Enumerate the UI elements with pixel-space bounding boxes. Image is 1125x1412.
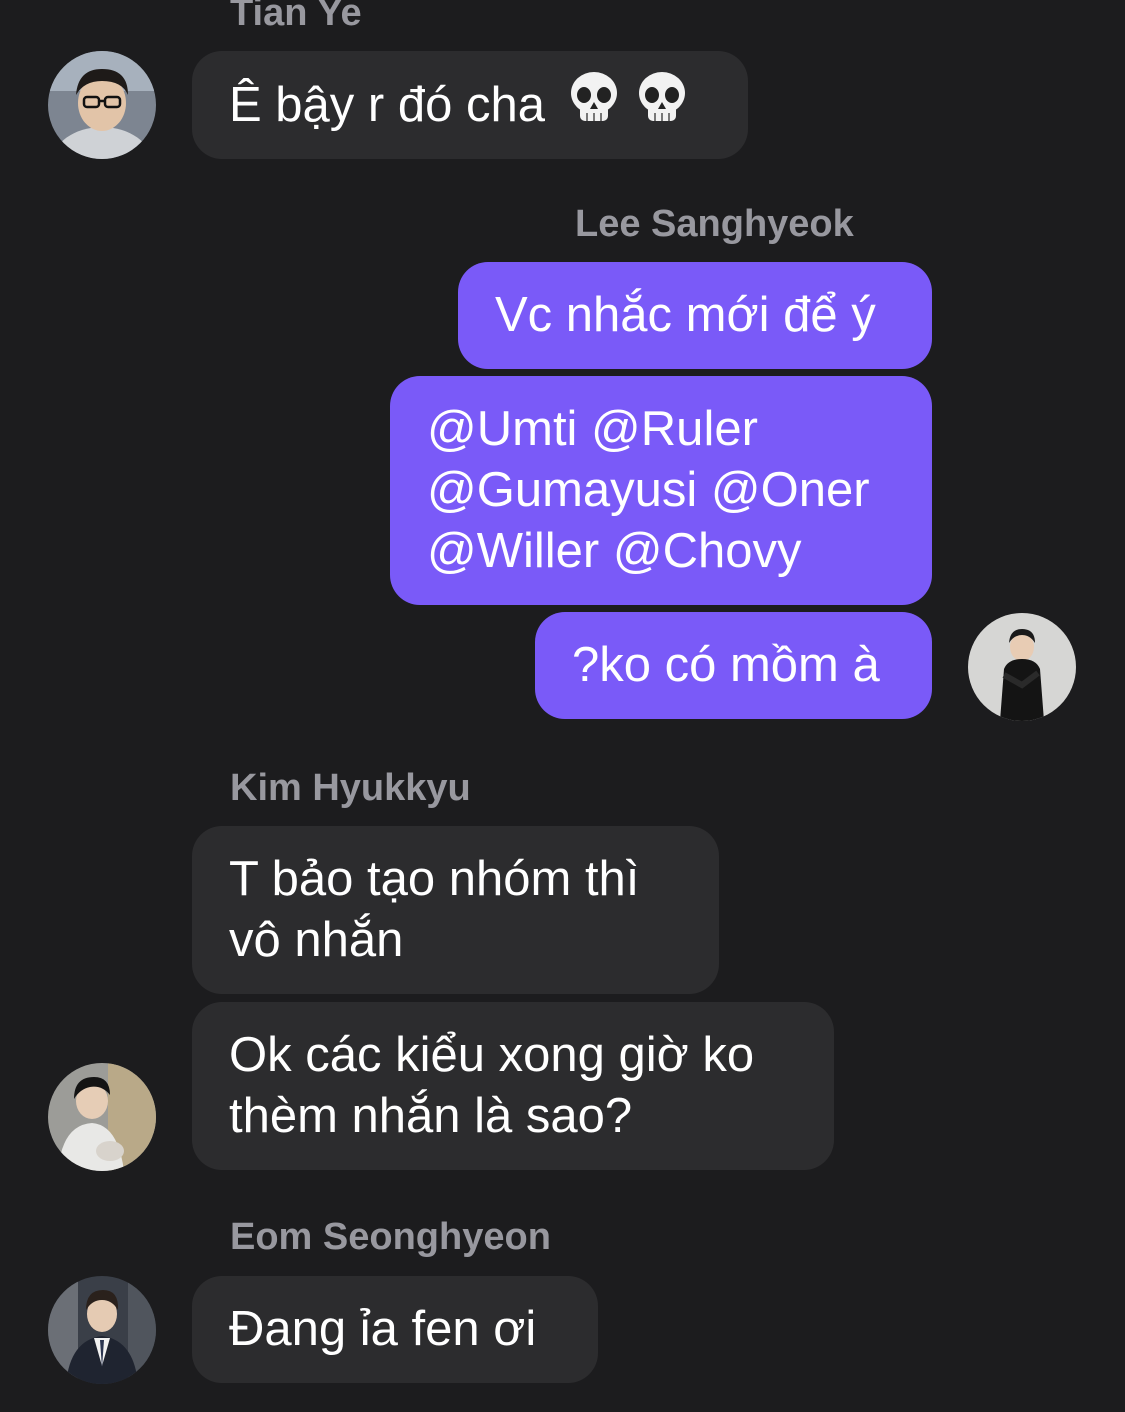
avatar[interactable] (48, 1063, 156, 1171)
sender-name: Kim Hyukkyu (230, 767, 471, 809)
message-bubble[interactable]: T bảo tạo nhóm thì vô nhắn (192, 826, 719, 994)
message-text: Ê bậy r đó cha (229, 77, 545, 132)
message-bubble[interactable]: @Umti @Ruler @Gumayusi @Oner @Willer @Ch… (390, 376, 932, 605)
sender-name: Tian Ye (230, 0, 362, 34)
message-text: Đang ỉa fen ơi (229, 1302, 537, 1356)
message-text-line[interactable]: @Gumayusi @Oner (427, 460, 870, 521)
message-text-line: thèm nhắn là sao? (229, 1089, 633, 1143)
message-bubble[interactable]: Ê bậy r đó cha (192, 51, 748, 159)
avatar[interactable] (48, 1276, 156, 1384)
message-bubble[interactable]: Ok các kiểu xong giờ ko thèm nhắn là sao… (192, 1002, 834, 1170)
message-text: ?ko có mồm à (572, 638, 880, 692)
sender-name: Lee Sanghyeok (575, 203, 854, 245)
avatar-image (48, 51, 156, 159)
message-bubble[interactable]: ?ko có mồm à (535, 612, 932, 719)
message-text-line: Ok các kiểu xong giờ ko (229, 1028, 755, 1082)
sender-name: Eom Seonghyeon (230, 1216, 551, 1258)
message-text-line[interactable]: @Umti @Ruler (427, 399, 870, 460)
avatar-image (968, 613, 1076, 721)
chat-thread: Tian Ye Ê bậy r đó cha Lee Sanghyeok Vc … (0, 0, 1125, 1412)
message-text-line: T bảo tạo nhóm thì (229, 852, 640, 906)
avatar[interactable] (48, 51, 156, 159)
skull-icon (565, 69, 623, 142)
avatar-image (48, 1063, 156, 1171)
avatar-image (48, 1276, 156, 1384)
message-text-line: vô nhắn (229, 913, 404, 967)
message-bubble[interactable]: Đang ỉa fen ơi (192, 1276, 598, 1383)
message-text-line[interactable]: @Willer @Chovy (427, 521, 870, 582)
avatar[interactable] (968, 613, 1076, 721)
message-bubble[interactable]: Vc nhắc mới để ý (458, 262, 932, 369)
message-text: Vc nhắc mới để ý (495, 288, 876, 342)
skull-icon (633, 69, 691, 142)
